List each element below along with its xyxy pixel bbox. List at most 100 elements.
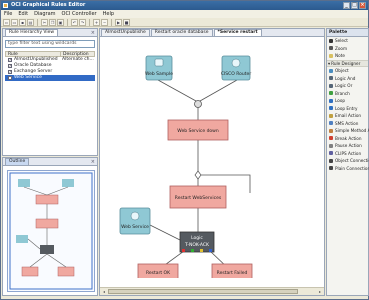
paste-icon[interactable]: ▣ — [57, 18, 64, 26]
logic-node[interactable] — [179, 231, 215, 253]
row-checkbox[interactable]: ✓ — [8, 64, 12, 68]
note-icon — [329, 53, 333, 58]
palette-item-loop-entry[interactable]: Loop Entry — [327, 105, 368, 113]
palette-item-logic-and[interactable]: Logic And — [327, 75, 368, 83]
toolbar-separator — [67, 18, 68, 26]
palette-item-loop[interactable]: Loop — [327, 97, 368, 105]
palette-item-label: Logic Or — [335, 83, 353, 89]
mini-action-node — [21, 266, 39, 277]
mini-action-node — [35, 194, 59, 205]
zoom-out-icon[interactable]: − — [101, 18, 108, 26]
table-row-selected[interactable]: ✓ Web Service — [5, 75, 95, 81]
minimize-button[interactable]: _ — [343, 2, 350, 9]
row-checkbox[interactable]: ✓ — [8, 70, 12, 74]
palette-item-label: Break Action — [335, 135, 362, 141]
tab-restart-oracle-database[interactable]: Restart oracle database — [150, 29, 213, 36]
toolbar: ▫ ▭ ▪ ▤ ✂ ❐ ▣ ↶ ↷ + − ▶ ■ — [1, 18, 368, 27]
loop-entry-icon — [329, 106, 333, 111]
mini-object-node — [62, 179, 74, 187]
editor-tabbar: AlmostUnpublishe Restart oracle database… — [100, 29, 324, 37]
menu-file[interactable]: File — [4, 10, 12, 18]
diagram-editor: AlmostUnpublishe Restart oracle database… — [99, 28, 325, 296]
palette-items: Object Logic And Logic Or Branch Loop Loop En… — [327, 67, 369, 173]
palette-item-object[interactable]: Object — [327, 67, 368, 75]
loop-icon — [329, 98, 333, 103]
tab-service-restart[interactable]: *Service restart — [213, 29, 262, 36]
menu-edit[interactable]: Edit — [18, 10, 28, 18]
tab-almostunpublished[interactable]: AlmostUnpublishe — [101, 29, 150, 36]
palette-title: Palette — [327, 29, 368, 37]
zoom-in-icon[interactable]: + — [93, 18, 100, 26]
palette-item-label: Simple Method Action — [335, 128, 369, 134]
column-header-description[interactable]: Description — [61, 52, 89, 57]
break-icon — [329, 136, 333, 141]
stop-icon[interactable]: ■ — [123, 18, 130, 26]
redo-icon[interactable]: ↷ — [79, 18, 86, 26]
palette-item-select[interactable]: Select — [327, 37, 368, 45]
diagram-canvas[interactable]: Web Sample CISCO Router Web Service down… — [100, 38, 324, 287]
copy-icon[interactable]: ❐ — [49, 18, 56, 26]
menu-oci-controller[interactable]: OCI Controller — [62, 10, 97, 18]
app-window: OCI Graphical Rules Editor _ □ × File Ed… — [0, 0, 369, 300]
open-icon[interactable]: ▭ — [11, 18, 18, 26]
outline-minimap — [9, 172, 93, 290]
logic-port-green[interactable] — [191, 249, 194, 252]
palette-item-zoom[interactable]: Zoom — [327, 45, 368, 53]
maximize-button[interactable]: □ — [351, 2, 358, 9]
undo-icon[interactable]: ↶ — [71, 18, 78, 26]
row-checkbox[interactable]: ✓ — [8, 58, 12, 62]
tab-rule-hierarchy[interactable]: Rule Hierarchy View — [5, 29, 59, 36]
and-junction-icon[interactable] — [194, 100, 202, 108]
column-header-rule[interactable]: Rule — [6, 52, 61, 57]
palette-item-pause-action[interactable]: Pause Action — [327, 142, 368, 150]
menu-help[interactable]: Help — [103, 10, 114, 18]
palette-item-label: SMS Action — [335, 120, 359, 126]
rule-table: Rule Description ✓ AlmostUnpublished Alt… — [5, 51, 95, 81]
scroll-right-icon[interactable]: ▸ — [317, 289, 323, 294]
palette-item-email-action[interactable]: Email Action — [327, 112, 368, 120]
palette-item-branch[interactable]: Branch — [327, 90, 368, 98]
palette-group-rule-designer[interactable]: ▾ Rule Designer — [327, 59, 368, 67]
palette-item-simple-method-action[interactable]: Simple Method Action — [327, 127, 369, 135]
logic-and-icon — [329, 76, 333, 81]
horizontal-scrollbar[interactable]: ◂ ▸ — [100, 287, 324, 295]
outline-overview[interactable] — [7, 170, 95, 292]
palette-item-plain-connection[interactable]: Plain Connection — [327, 165, 369, 173]
run-icon[interactable]: ▶ — [115, 18, 122, 26]
node-label-cisco-router: CISCO Router — [221, 71, 252, 77]
row-checkbox[interactable]: ✓ — [8, 76, 12, 80]
server-icon — [154, 58, 164, 67]
new-icon[interactable]: ▫ — [3, 18, 10, 26]
menu-diagram[interactable]: Diagram — [34, 10, 55, 18]
mini-object-node — [18, 179, 30, 187]
pause-icon — [329, 143, 333, 148]
logic-port-blue[interactable] — [209, 249, 212, 252]
email-icon — [329, 113, 333, 118]
tab-outline[interactable]: Outline — [5, 158, 30, 165]
chevron-down-icon: ▾ — [328, 60, 331, 66]
scroll-left-icon[interactable]: ◂ — [101, 289, 107, 294]
scrollbar-thumb[interactable] — [108, 289, 298, 294]
branch-icon[interactable] — [194, 170, 202, 180]
palette-item-note[interactable]: Note — [327, 52, 368, 60]
object-icon — [329, 68, 333, 73]
filter-input[interactable]: type filter text using wildcards — [5, 40, 95, 48]
save-icon[interactable]: ▪ — [19, 18, 26, 26]
print-icon[interactable]: ▤ — [27, 18, 34, 26]
palette-item-logic-or[interactable]: Logic Or — [327, 82, 368, 90]
close-button[interactable]: × — [359, 2, 366, 9]
logic-port-red[interactable] — [182, 249, 185, 252]
palette-item-object-connection[interactable]: Object Connection — [327, 157, 369, 165]
palette-item-label: CLIPS Action — [335, 150, 362, 156]
palette-item-label: Loop — [335, 98, 346, 104]
palette-item-clips-action[interactable]: CLIPS Action — [327, 150, 368, 158]
logic-port-yellow[interactable] — [200, 249, 203, 252]
palette-item-break-action[interactable]: Break Action — [327, 135, 368, 143]
close-icon[interactable]: × — [91, 159, 95, 165]
palette-item-sms-action[interactable]: SMS Action — [327, 120, 368, 128]
zoom-icon — [329, 46, 333, 51]
mini-object-node — [16, 235, 28, 243]
cut-icon[interactable]: ✂ — [41, 18, 48, 26]
close-icon[interactable]: × — [91, 30, 95, 36]
connection-line — [149, 224, 181, 241]
